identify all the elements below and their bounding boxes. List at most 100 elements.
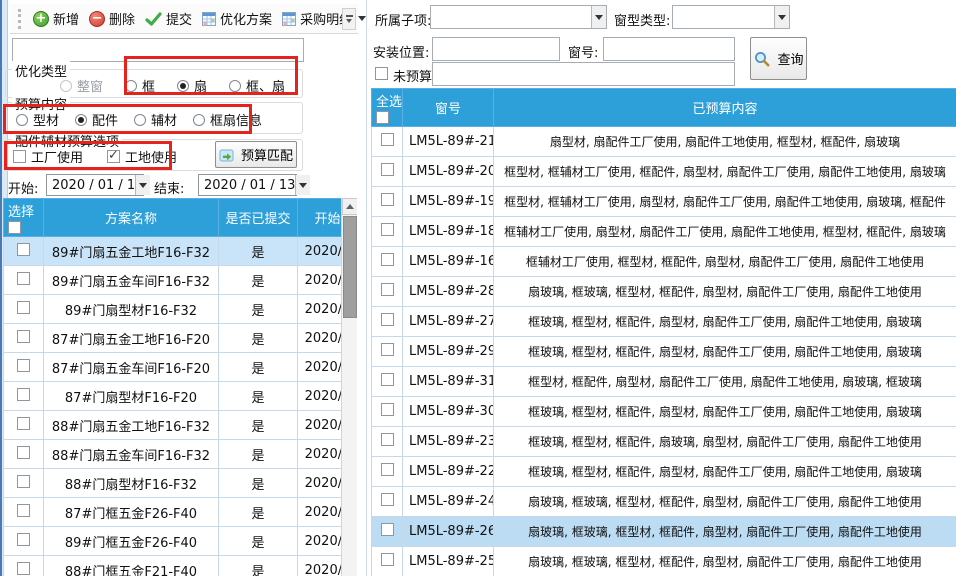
row-checkbox[interactable]	[17, 504, 30, 517]
window-no-cell[interactable]: LM5L-89#-22F20	[403, 457, 494, 487]
window-row-select-cell[interactable]	[372, 457, 403, 487]
plan-name-cell[interactable]: 88#门扇型材F16-F32	[44, 469, 219, 498]
row-checkbox[interactable]	[381, 433, 394, 446]
row-checkbox[interactable]	[17, 533, 30, 546]
plan-row-select-cell[interactable]	[4, 527, 44, 556]
plan-row[interactable]: 87#门框五金F26-F40是2020/0	[4, 498, 358, 527]
budgeted-content-cell[interactable]: 框辅材工厂使用, 框型材, 框配件, 扇型材, 扇配件工厂使用, 扇配件工地使用	[494, 247, 956, 277]
plan-name-cell[interactable]: 88#门扇五金车间F16-F32	[44, 440, 219, 469]
budgeted-content-column-header[interactable]: 已预算内容	[494, 89, 956, 127]
plan-row[interactable]: 88#门扇五金工地F16-F32是2020/0	[4, 411, 358, 440]
window-row[interactable]: LM5L-89#-23F21框玻璃, 框型材, 框配件, 扇玻璃, 扇型材, 扇…	[372, 427, 956, 457]
plan-submitted-cell[interactable]: 是	[219, 498, 298, 527]
window-no-cell[interactable]: LM5L-89#-27F25	[403, 307, 494, 337]
plan-submitted-cell[interactable]: 是	[219, 237, 298, 266]
window-row[interactable]: LM5L-89#-20F18框型材, 框辅材工厂使用, 框配件, 扇型材, 扇配…	[372, 157, 956, 187]
plan-name-cell[interactable]: 87#门扇五金工地F16-F20	[44, 324, 219, 353]
row-checkbox[interactable]	[17, 330, 30, 343]
plan-name-cell[interactable]: 89#门扇型材F16-F32	[44, 295, 219, 324]
sub-item-dropdown-button[interactable]	[591, 6, 606, 28]
window-no-cell[interactable]: LM5L-89#-20F18	[403, 157, 494, 187]
plan-row[interactable]: 89#门框五金F26-F40是2020/0	[4, 527, 358, 556]
row-checkbox[interactable]	[17, 475, 30, 488]
plan-row[interactable]: 87#门扇型材F16-F20是2020/0	[4, 382, 358, 411]
budgeted-content-cell[interactable]: 扇型材, 扇配件工厂使用, 扇配件工地使用, 框型材, 框配件, 扇玻璃	[494, 127, 956, 157]
window-row[interactable]: LM5L-89#-18F16框辅材工厂使用, 扇型材, 扇配件工厂使用, 扇配件…	[372, 217, 956, 247]
window-row-select-cell[interactable]	[372, 157, 403, 187]
window-type-combobox[interactable]	[672, 5, 790, 29]
window-no-cell[interactable]: LM5L-89#-31F29	[403, 367, 494, 397]
unbudgeted-input[interactable]	[432, 62, 735, 86]
budget-match-button[interactable]: 预算匹配	[215, 141, 297, 168]
row-checkbox[interactable]	[381, 133, 394, 146]
window-row-select-cell[interactable]	[372, 397, 403, 427]
plan-row[interactable]: 89#门扇型材F16-F32是2020/0	[4, 295, 358, 324]
row-checkbox[interactable]	[381, 313, 394, 326]
window-row[interactable]: LM5L-89#-27F25框玻璃, 框型材, 框配件, 扇型材, 扇配件工厂使…	[372, 307, 956, 337]
window-no-cell[interactable]: LM5L-89#-21F19	[403, 127, 494, 157]
install-position-input[interactable]	[432, 37, 560, 61]
plan-row-select-cell[interactable]	[4, 440, 44, 469]
window-row-select-cell[interactable]	[372, 427, 403, 457]
window-no-cell[interactable]: LM5L-89#-16F15	[403, 247, 494, 277]
window-row-select-cell[interactable]	[372, 307, 403, 337]
scrollbar-thumb[interactable]	[343, 216, 357, 318]
plan-row-select-cell[interactable]	[4, 556, 44, 576]
window-row[interactable]: LM5L-89#-21F19扇型材, 扇配件工厂使用, 扇配件工地使用, 框型材…	[372, 127, 956, 157]
plan-row-select-cell[interactable]	[4, 237, 44, 266]
budgeted-content-cell[interactable]: 框型材, 框辅材工厂使用, 框配件, 扇型材, 扇配件工厂使用, 扇配件工地使用…	[494, 157, 956, 187]
select-all-column-header[interactable]: 全选	[372, 89, 403, 127]
plan-submitted-cell[interactable]: 是	[219, 411, 298, 440]
window-type-dropdown-button[interactable]	[774, 6, 789, 28]
window-row-select-cell[interactable]	[372, 487, 403, 517]
row-checkbox[interactable]	[381, 553, 394, 566]
optimize-plan-button[interactable]: 优化方案	[202, 9, 272, 28]
window-row[interactable]: LM5L-89#-26F24扇玻璃, 框玻璃, 框型材, 框配件, 扇型材, 扇…	[372, 517, 956, 547]
budgeted-content-cell[interactable]: 框型材, 框配件, 扇型材, 扇配件工厂使用, 扇配件工地使用, 扇玻璃, 框玻…	[494, 367, 956, 397]
row-checkbox[interactable]	[17, 562, 30, 575]
window-no-input[interactable]	[603, 37, 735, 61]
end-date-picker[interactable]: 2020 / 01 / 13	[198, 174, 297, 196]
query-button[interactable]: 查询	[750, 37, 807, 80]
budget-content-option-2[interactable]: 配件	[75, 110, 118, 129]
plan-name-cell[interactable]: 87#门扇五金车间F16-F20	[44, 353, 219, 382]
window-row-select-cell[interactable]	[372, 247, 403, 277]
window-no-cell[interactable]: LM5L-89#-30F28	[403, 397, 494, 427]
plan-name-cell[interactable]: 88#门框五金F21-F40	[44, 556, 219, 576]
plan-row[interactable]: 88#门扇型材F16-F32是2020/0	[4, 469, 358, 498]
window-row[interactable]: LM5L-89#-31F29框型材, 框配件, 扇型材, 扇配件工厂使用, 扇配…	[372, 367, 956, 397]
plan-name-cell[interactable]: 87#门扇型材F16-F20	[44, 382, 219, 411]
row-checkbox[interactable]	[381, 523, 394, 536]
row-checkbox[interactable]	[381, 163, 394, 176]
row-checkbox[interactable]	[17, 417, 30, 430]
plan-submitted-cell[interactable]: 是	[219, 469, 298, 498]
start-date-dropdown-button[interactable]	[135, 175, 150, 195]
plan-row-select-cell[interactable]	[4, 295, 44, 324]
window-row[interactable]: LM5L-89#-16F15框辅材工厂使用, 框型材, 框配件, 扇型材, 扇配…	[372, 247, 956, 277]
plan-name-column-header[interactable]: 方案名称	[44, 199, 219, 237]
window-row-select-cell[interactable]	[372, 517, 403, 547]
budgeted-content-cell[interactable]: 框玻璃, 框型材, 框配件, 扇型材, 扇配件工厂使用, 扇配件工地使用, 扇玻…	[494, 337, 956, 367]
window-no-cell[interactable]: LM5L-89#-26F24	[403, 517, 494, 547]
plan-name-cell[interactable]: 89#门扇五金车间F16-F32	[44, 266, 219, 295]
end-date-dropdown-button[interactable]	[295, 175, 310, 195]
budget-content-option-4[interactable]: 框扇信息	[193, 110, 262, 129]
plan-name-cell[interactable]: 87#门框五金F26-F40	[44, 498, 219, 527]
select-column-header[interactable]: 选择	[4, 199, 44, 237]
plan-name-cell[interactable]: 89#门框五金F26-F40	[44, 527, 219, 556]
plan-submitted-cell[interactable]: 是	[219, 295, 298, 324]
window-no-cell[interactable]: LM5L-89#-29F27	[403, 337, 494, 367]
budgeted-content-cell[interactable]: 框型材, 框辅材工厂使用, 扇型材, 扇配件工厂使用, 扇配件工地使用, 扇玻璃…	[494, 187, 956, 217]
plan-row-select-cell[interactable]	[4, 411, 44, 440]
plan-row-select-cell[interactable]	[4, 266, 44, 295]
budgeted-content-cell[interactable]: 扇玻璃, 框玻璃, 框型材, 框配件, 扇型材, 扇配件工厂使用, 扇配件工地使…	[494, 517, 956, 547]
row-checkbox[interactable]	[17, 359, 30, 372]
start-date-picker[interactable]: 2020 / 01 / 1	[46, 174, 144, 196]
select-all-windows-checkbox[interactable]	[376, 111, 389, 124]
budgeted-content-cell[interactable]: 框玻璃, 框型材, 框配件, 扇玻璃, 扇型材, 扇配件工厂使用, 扇配件工地使…	[494, 427, 956, 457]
plan-row-select-cell[interactable]	[4, 353, 44, 382]
row-checkbox[interactable]	[381, 493, 394, 506]
plan-submitted-cell[interactable]: 是	[219, 556, 298, 576]
row-checkbox[interactable]	[381, 193, 394, 206]
window-no-cell[interactable]: LM5L-89#-23F21	[403, 427, 494, 457]
